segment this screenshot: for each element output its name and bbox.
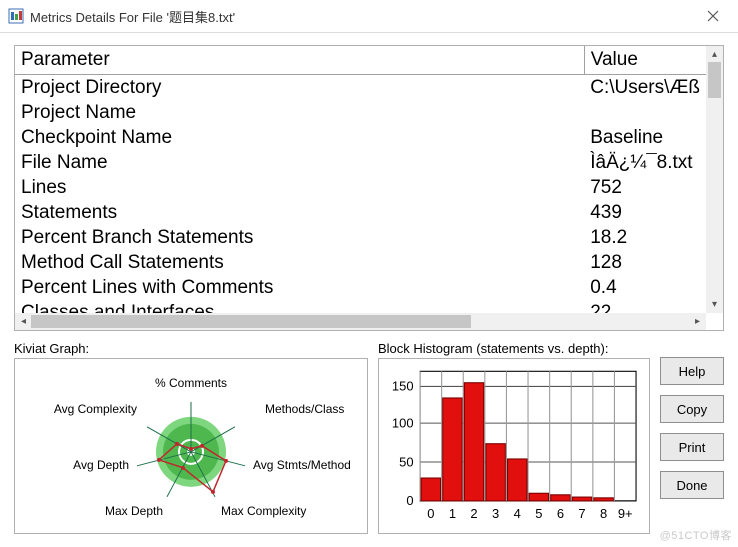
histogram-bar	[572, 497, 591, 501]
kiviat-chart: % Comments Methods/Class Avg Stmts/Metho…	[15, 359, 367, 533]
metric-val: 128	[584, 250, 706, 275]
table-row[interactable]: Percent Branch Statements18.2	[15, 225, 706, 250]
hist-xtick: 3	[492, 507, 499, 522]
metric-key: Project Directory	[15, 75, 584, 101]
hist-xtick: 2	[470, 507, 477, 522]
scroll-left-icon: ◂	[15, 313, 32, 330]
table-row[interactable]: Classes and Interfaces22	[15, 300, 706, 313]
metric-val: 18.2	[584, 225, 706, 250]
metric-val	[584, 100, 706, 125]
scroll-thumb[interactable]	[708, 62, 721, 98]
kiviat-column: Kiviat Graph:	[14, 341, 368, 534]
table-row[interactable]: Lines752	[15, 175, 706, 200]
histogram-bar	[421, 478, 440, 501]
table-row[interactable]: Project Name	[15, 100, 706, 125]
metric-key: Method Call Statements	[15, 250, 584, 275]
table-row[interactable]: Percent Lines with Comments0.4	[15, 275, 706, 300]
metric-key: Checkpoint Name	[15, 125, 584, 150]
kiviat-axis-nw: Avg Complexity	[54, 402, 137, 416]
histogram-bar	[594, 498, 613, 501]
col-header-value[interactable]: Value	[584, 46, 706, 75]
metric-key: Percent Branch Statements	[15, 225, 584, 250]
hist-xtick: 8	[600, 507, 607, 522]
histogram-column: Block Histogram (statements vs. depth):	[378, 341, 650, 534]
scroll-right-icon: ▸	[689, 313, 706, 330]
window-title: Metrics Details For File '题目集8.txt'	[30, 7, 694, 26]
scroll-thumb[interactable]	[31, 315, 471, 328]
hist-xtick: 5	[535, 507, 542, 522]
kiviat-axis-top: % Comments	[155, 376, 227, 390]
metric-val: Baseline	[584, 125, 706, 150]
app-icon	[8, 8, 24, 24]
metric-val: 439	[584, 200, 706, 225]
metric-key: Lines	[15, 175, 584, 200]
histogram-bar	[486, 444, 505, 501]
table-row[interactable]: Project DirectoryC:\Users\Æß	[15, 75, 706, 101]
scroll-down-icon: ▾	[706, 296, 723, 313]
hist-ytick-1: 50	[399, 455, 413, 470]
metric-val: ÌâÄ¿¼¯8.txt	[584, 150, 706, 175]
histogram-bar	[443, 398, 462, 501]
metric-key: File Name	[15, 150, 584, 175]
metric-key: Project Name	[15, 100, 584, 125]
table-row[interactable]: File NameÌâÄ¿¼¯8.txt	[15, 150, 706, 175]
histogram-bar	[529, 494, 548, 502]
hist-ytick-3: 150	[392, 379, 414, 394]
kiviat-axis-s: Max Depth	[105, 504, 163, 518]
hist-xtick: 0	[427, 507, 434, 522]
vertical-scrollbar[interactable]: ▴ ▾	[706, 46, 723, 313]
close-button[interactable]	[694, 1, 732, 31]
button-column: Help Copy Print Done	[660, 341, 724, 534]
hist-ytick-2: 100	[392, 416, 414, 431]
metric-val: C:\Users\Æß	[584, 75, 706, 101]
metric-val: 752	[584, 175, 706, 200]
hist-xtick: 7	[578, 507, 585, 522]
help-button[interactable]: Help	[660, 357, 724, 385]
hist-xtick: 9+	[618, 507, 633, 522]
kiviat-panel: % Comments Methods/Class Avg Stmts/Metho…	[14, 358, 368, 534]
hist-xtick: 4	[514, 507, 521, 522]
kiviat-axis-w: Avg Depth	[73, 458, 129, 472]
hist-xtick: 6	[557, 507, 564, 522]
print-button[interactable]: Print	[660, 433, 724, 461]
done-button[interactable]: Done	[660, 471, 724, 499]
client-area: Parameter Value Project DirectoryC:\User…	[0, 33, 738, 547]
table-row[interactable]: Method Call Statements128	[15, 250, 706, 275]
col-header-parameter[interactable]: Parameter	[15, 46, 584, 75]
copy-button[interactable]: Copy	[660, 395, 724, 423]
kiviat-label: Kiviat Graph:	[14, 341, 368, 356]
kiviat-axis-se: Max Complexity	[221, 504, 306, 518]
metrics-table: Parameter Value Project DirectoryC:\User…	[15, 46, 706, 313]
table-row[interactable]: Statements439	[15, 200, 706, 225]
histogram-bar	[464, 383, 483, 501]
kiviat-axis-ne: Methods/Class	[265, 402, 344, 416]
histogram-panel: 0 50 100 150 0123456789+	[378, 358, 650, 534]
histogram-bar	[551, 495, 570, 501]
metrics-table-panel: Parameter Value Project DirectoryC:\User…	[14, 45, 724, 331]
metric-val: 0.4	[584, 275, 706, 300]
table-row[interactable]: Checkpoint NameBaseline	[15, 125, 706, 150]
metric-key: Percent Lines with Comments	[15, 275, 584, 300]
histogram-label: Block Histogram (statements vs. depth):	[378, 341, 650, 356]
scroll-up-icon: ▴	[706, 46, 723, 63]
close-icon	[707, 10, 719, 22]
horizontal-scrollbar[interactable]: ◂ ▸	[15, 313, 706, 330]
histogram-bar	[508, 459, 527, 501]
kiviat-axis-e: Avg Stmts/Method	[253, 458, 351, 472]
lower-section: Kiviat Graph:	[14, 341, 724, 534]
metric-key: Classes and Interfaces	[15, 300, 584, 313]
metrics-table-viewport: Parameter Value Project DirectoryC:\User…	[15, 46, 706, 313]
hist-ytick-0: 0	[406, 494, 413, 509]
metric-key: Statements	[15, 200, 584, 225]
histogram-chart: 0 50 100 150 0123456789+	[379, 359, 649, 533]
hist-xtick: 1	[449, 507, 456, 522]
metric-val: 22	[584, 300, 706, 313]
titlebar: Metrics Details For File '题目集8.txt'	[0, 0, 738, 33]
